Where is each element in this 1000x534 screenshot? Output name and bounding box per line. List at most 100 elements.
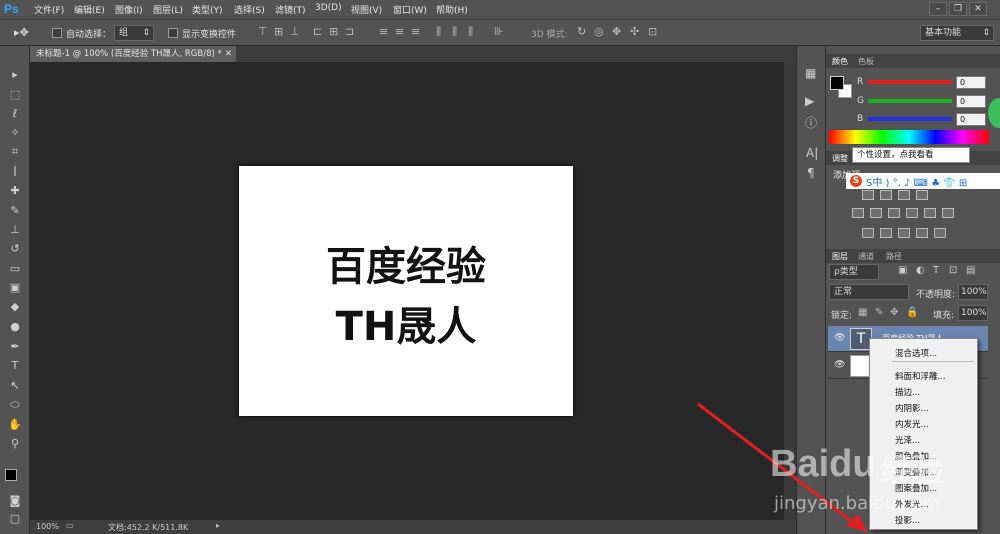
ime-status-icons[interactable]: S中 ) °, ♪ ⌨ ♣ 👕 ⊞ [866,174,967,189]
path-select-tool-icon[interactable]: ↖ [5,377,25,395]
clone-stamp-tool-icon[interactable]: ⊥ [5,221,25,239]
quick-mask-icon[interactable]: ◙ [5,492,25,510]
close-button[interactable]: ✕ [969,2,987,16]
tab-color[interactable]: 颜色 [832,56,848,67]
distribute-hcenter-icon[interactable]: ⫼ [452,25,457,39]
foreground-color-swatch[interactable] [5,469,17,481]
distribute-top-icon[interactable]: ≡ [379,25,388,38]
menu-color-overlay[interactable]: 颜色叠加... [895,450,937,462]
black-white-icon[interactable] [888,208,900,218]
posterize-icon[interactable] [880,228,892,238]
filter-pixel-icon[interactable]: ▣ [898,265,907,276]
quick-select-tool-icon[interactable]: ✧ [5,124,25,142]
threshold-icon[interactable] [898,228,910,238]
menu-3d[interactable]: 3D(D) [315,3,342,13]
tab-channels[interactable]: 通道 [858,251,874,262]
menu-layer[interactable]: 图层(L) [153,3,183,16]
menu-select[interactable]: 选择(S) [234,3,265,16]
shape-tool-icon[interactable]: ⬭ [5,396,25,414]
selective-color-icon[interactable] [934,228,946,238]
lock-all-icon[interactable]: 🔒 [906,307,918,318]
minimize-button[interactable]: – [929,2,947,16]
screen-mode-icon[interactable]: ▢ [5,510,25,528]
info-panel-icon[interactable]: ⓘ [805,114,817,131]
filter-adjustment-icon[interactable]: ◐ [916,265,925,276]
distribute-left-icon[interactable]: ⫼ [436,25,441,39]
character-panel-icon[interactable]: A| [806,146,818,160]
show-transform-checkbox[interactable] [168,28,178,38]
visibility-eye-icon[interactable]: 👁 [834,333,845,343]
value-r[interactable]: 0 [956,76,986,89]
menu-filter[interactable]: 滤镜(T) [275,3,306,16]
auto-select-checkbox[interactable] [52,28,62,38]
eyedropper-tool-icon[interactable]: ǀ [5,162,25,180]
auto-align-icon[interactable]: ⊪ [494,25,504,38]
zoom-tool-icon[interactable]: ⚲ [5,435,25,453]
menu-file[interactable]: 文件(F) [34,3,64,16]
3d-pan-icon[interactable]: ✥ [612,25,621,38]
menu-window[interactable]: 窗口(W) [393,3,427,16]
close-tab-icon[interactable]: ✕ [225,46,232,62]
menu-bevel-emboss[interactable]: 斜面和浮雕... [895,370,946,382]
brightness-icon[interactable] [862,190,874,200]
sogou-logo-icon[interactable]: S [850,175,862,187]
actions-panel-icon[interactable]: ▶ [805,94,814,108]
slider-r[interactable] [868,80,952,84]
invert-icon[interactable] [862,228,874,238]
menu-inner-glow[interactable]: 内发光... [895,418,929,430]
channel-mixer-icon[interactable] [924,208,936,218]
menu-inner-shadow[interactable]: 内阴影... [895,402,929,414]
align-left-icon[interactable]: ⊏ [313,25,322,38]
distribute-right-icon[interactable]: ⫼ [468,25,473,39]
brush-tool-icon[interactable]: ✎ [5,202,25,220]
gradient-map-icon[interactable] [916,228,928,238]
tab-swatches[interactable]: 色板 [858,56,874,67]
levels-icon[interactable] [880,190,892,200]
crop-tool-icon[interactable]: ⌗ [5,143,25,161]
menu-blending-options[interactable]: 混合选项... [895,347,937,359]
3d-scale-icon[interactable]: ⊡ [648,25,657,38]
gradient-tool-icon[interactable]: ▣ [5,279,25,297]
eraser-tool-icon[interactable]: ▭ [5,260,25,278]
dodge-tool-icon[interactable]: ● [5,318,25,336]
lock-transparent-icon[interactable]: ▦ [858,307,867,318]
color-ramp[interactable] [829,130,989,144]
type-tool-icon[interactable]: T [5,357,25,375]
menu-gradient-overlay[interactable]: 渐变叠加... [895,466,937,478]
align-bottom-icon[interactable]: ⊥ [290,25,300,38]
status-preview-icon[interactable]: ▭ [66,521,74,530]
menu-type[interactable]: 类型(Y) [192,3,223,16]
menu-outer-glow[interactable]: 外发光... [895,498,929,510]
document-canvas[interactable]: 百度经验 TH晟人 [239,166,573,416]
foreground-color-swatch[interactable] [830,76,844,90]
layer-filter-dropdown[interactable]: ρ类型 [829,264,879,280]
workspace-dropdown[interactable]: 基本功能 ⇕ [920,25,994,41]
color-balance-icon[interactable] [870,208,882,218]
filter-smart-icon[interactable]: ▤ [966,265,975,276]
menu-stroke[interactable]: 描边... [895,386,920,398]
restore-button[interactable]: ❐ [949,2,967,16]
hand-tool-icon[interactable]: ✋ [5,416,25,434]
value-b[interactable]: 0 [956,113,986,126]
menu-edit[interactable]: 编辑(E) [74,3,105,16]
menu-satin[interactable]: 光泽... [895,434,920,446]
menu-image[interactable]: 图像(I) [115,3,143,16]
tab-paths[interactable]: 路径 [886,251,902,262]
filter-shape-icon[interactable]: ⊡ [949,265,957,276]
exposure-icon[interactable] [916,190,928,200]
lasso-tool-icon[interactable]: ℓ [5,105,25,123]
tab-adjustments[interactable]: 调整 [832,153,848,164]
align-top-icon[interactable]: ⊤ [258,25,268,38]
move-tool-icon[interactable]: ▸✥ [14,26,29,39]
lock-position-icon[interactable]: ✥ [890,307,898,318]
document-tab[interactable]: 未标题-1 @ 100% (百度经验 TH晟人, RGB/8) * ✕ [30,46,236,62]
history-brush-tool-icon[interactable]: ↺ [5,240,25,258]
fill-field[interactable]: 100% [958,305,988,321]
paragraph-panel-icon[interactable]: ¶ [807,166,815,180]
blend-mode-dropdown[interactable]: 正常 [829,284,909,300]
auto-select-dropdown[interactable]: 组 ⇕ [114,25,154,41]
3d-roll-icon[interactable]: ◎ [594,25,604,38]
menu-view[interactable]: 视图(V) [351,3,382,16]
3d-slide-icon[interactable]: ✣ [630,25,639,38]
value-g[interactable]: 0 [956,95,986,108]
